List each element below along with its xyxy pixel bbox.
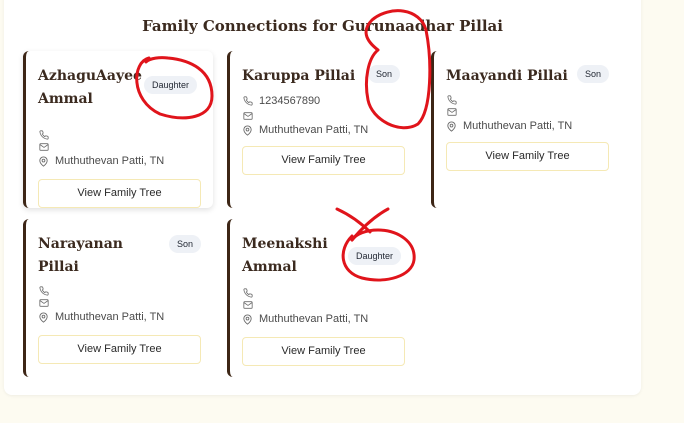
phone-icon xyxy=(242,287,254,299)
relation-badge: Son xyxy=(577,65,610,83)
family-card-maayandi: Maayandi Pillai Son Muthuthevan Patti, T… xyxy=(431,51,621,208)
phone-row xyxy=(446,94,609,106)
phone-value: 1234567890 xyxy=(259,95,321,107)
relation-badge: Daughter xyxy=(348,247,402,265)
address-value: Muthuthevan Patti, TN xyxy=(259,124,369,136)
map-pin-icon xyxy=(38,311,50,323)
view-family-tree-button[interactable]: View Family Tree xyxy=(446,142,609,171)
view-family-tree-button[interactable]: View Family Tree xyxy=(38,179,201,208)
phone-row xyxy=(38,129,201,141)
member-name: AzhaguAayee Ammal xyxy=(38,65,148,111)
member-name-line1: Narayanan Pillai xyxy=(38,236,123,275)
family-card-meenakshi: Meenakshi Ammal Daughter Muthuthevan Pat… xyxy=(227,219,417,377)
member-name-line1: Meenakshi xyxy=(242,236,328,252)
relation-badge: Son xyxy=(368,65,401,83)
phone-icon xyxy=(38,285,50,297)
email-row xyxy=(446,106,609,118)
mail-icon xyxy=(38,141,50,153)
phone-icon xyxy=(242,95,254,107)
view-family-tree-button[interactable]: View Family Tree xyxy=(242,337,405,366)
address-row: Muthuthevan Patti, TN xyxy=(38,153,201,169)
member-name: Maayandi Pillai xyxy=(446,65,576,88)
family-card-narayanan: Narayanan Pillai Son Muthuthevan Patti, … xyxy=(23,219,213,377)
member-name-line2: Ammal xyxy=(242,259,297,275)
relation-badge: Daughter xyxy=(144,76,198,94)
address-value: Muthuthevan Patti, TN xyxy=(463,120,573,132)
email-row xyxy=(242,110,405,122)
mail-icon xyxy=(38,297,50,309)
map-pin-icon xyxy=(446,120,458,132)
email-row xyxy=(38,297,201,309)
address-row: Muthuthevan Patti, TN xyxy=(242,122,405,138)
family-card-azhaguaayee: AzhaguAayee Ammal Daughter Muthuthevan P… xyxy=(23,51,213,208)
phone-icon xyxy=(446,94,458,106)
address-value: Muthuthevan Patti, TN xyxy=(55,155,165,167)
phone-row xyxy=(242,287,405,299)
page-title: Family Connections for Gurunaadhar Pilla… xyxy=(142,17,503,35)
relation-badge: Son xyxy=(169,235,202,253)
email-row xyxy=(38,141,201,153)
member-name: Narayanan Pillai xyxy=(38,233,168,279)
address-row: Muthuthevan Patti, TN xyxy=(242,311,405,327)
address-row: Muthuthevan Patti, TN xyxy=(38,309,201,325)
member-name-line1: Karuppa Pillai xyxy=(242,68,356,84)
member-name-line2: Ammal xyxy=(38,91,93,107)
email-row xyxy=(242,299,405,311)
view-family-tree-button[interactable]: View Family Tree xyxy=(38,335,201,364)
address-value: Muthuthevan Patti, TN xyxy=(259,313,369,325)
view-family-tree-button[interactable]: View Family Tree xyxy=(242,146,405,175)
phone-row: 1234567890 xyxy=(242,94,405,108)
mail-icon xyxy=(242,299,254,311)
address-value: Muthuthevan Patti, TN xyxy=(55,311,165,323)
member-name: Meenakshi Ammal xyxy=(242,233,352,279)
family-card-karuppa: Karuppa Pillai Son 1234567890 Muthutheva… xyxy=(227,51,417,208)
phone-row xyxy=(38,285,201,297)
mail-icon xyxy=(446,106,458,118)
member-name-line1: AzhaguAayee xyxy=(38,68,142,84)
member-name-line1: Maayandi Pillai xyxy=(446,68,568,84)
address-row: Muthuthevan Patti, TN xyxy=(446,118,609,134)
map-pin-icon xyxy=(242,124,254,136)
member-name: Karuppa Pillai xyxy=(242,65,372,88)
map-pin-icon xyxy=(38,155,50,167)
mail-icon xyxy=(242,110,254,122)
phone-icon xyxy=(38,129,50,141)
map-pin-icon xyxy=(242,313,254,325)
